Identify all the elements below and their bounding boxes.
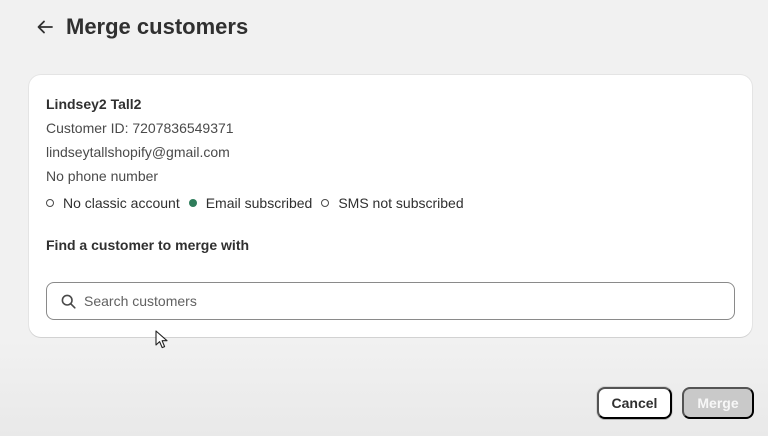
mouse-pointer-icon [155,330,168,349]
search-input[interactable] [84,293,684,309]
customer-phone: No phone number [46,168,159,184]
status-empty-dot-icon [46,199,54,207]
status-label: SMS not subscribed [338,195,464,211]
arrow-left-icon [37,20,53,34]
status-email-subscription: Email subscribed [188,195,313,211]
page-title: Merge customers [66,14,249,39]
customer-search-field[interactable] [46,282,735,320]
status-label: No classic account [63,195,180,211]
customer-status-list: No classic account Email subscribed SMS … [46,195,473,211]
merge-card: Lindsey2 Tall2 Customer ID: 720783654937… [29,75,752,337]
cancel-button[interactable]: Cancel [597,387,672,419]
status-sms-subscription: SMS not subscribed [321,195,464,211]
customer-id: Customer ID: 7207836549371 [46,120,234,136]
status-empty-dot-icon [321,199,330,207]
customer-name: Lindsey2 Tall2 [46,96,142,112]
back-button[interactable] [34,16,56,38]
page-header: Merge customers [34,14,248,40]
customer-email: lindseytallshopify@gmail.com [46,144,230,160]
status-classic-account: No classic account [46,195,180,211]
search-icon [60,293,76,309]
merge-search-label: Find a customer to merge with [46,237,250,253]
status-filled-dot-icon [188,199,197,207]
status-label: Email subscribed [205,195,313,211]
merge-button[interactable]: Merge [682,387,754,419]
